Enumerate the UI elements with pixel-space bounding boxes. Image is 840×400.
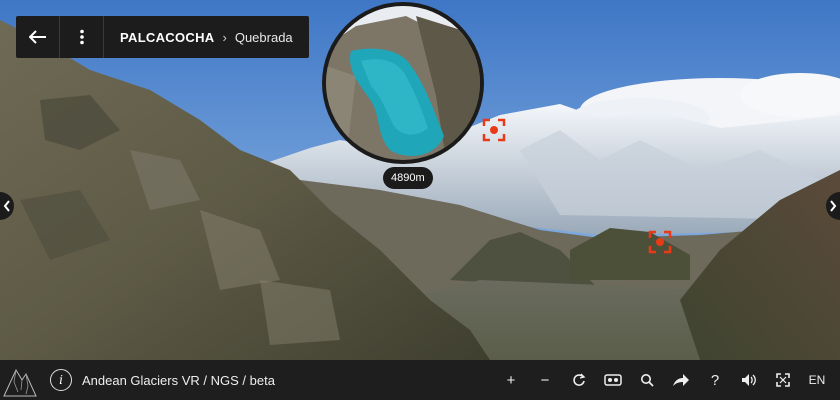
- altitude-badge: 4890m: [383, 167, 433, 189]
- back-button[interactable]: [16, 16, 60, 58]
- chevron-right-icon: [830, 200, 837, 212]
- app-title: Andean Glaciers VR / NGS / beta: [82, 372, 275, 388]
- target-icon: [648, 230, 672, 254]
- location-title[interactable]: PALCACOCHA: [120, 30, 214, 45]
- speaker-icon: [742, 374, 756, 386]
- fullscreen-button[interactable]: [766, 360, 800, 400]
- sublocation-label[interactable]: Quebrada: [235, 30, 293, 45]
- search-icon: [641, 374, 654, 387]
- share-button[interactable]: [664, 360, 698, 400]
- location-nav: PALCACOCHA › Quebrada: [16, 16, 309, 58]
- toolbar-controls: + − ? EN: [494, 360, 840, 400]
- zoom-in-button[interactable]: +: [494, 360, 528, 400]
- language-button[interactable]: EN: [800, 360, 834, 400]
- menu-button[interactable]: [60, 16, 104, 58]
- info-button[interactable]: i: [50, 369, 72, 391]
- hotspot-lower[interactable]: [648, 230, 672, 254]
- chevron-right-icon: ›: [222, 29, 227, 45]
- lake-preview-image: [326, 6, 480, 160]
- arrow-left-icon: [28, 30, 46, 44]
- help-button[interactable]: ?: [698, 360, 732, 400]
- target-icon: [482, 118, 506, 142]
- mountain-logo-icon[interactable]: [0, 360, 40, 400]
- vr-mode-button[interactable]: [596, 360, 630, 400]
- search-button[interactable]: [630, 360, 664, 400]
- share-arrow-icon: [673, 374, 689, 386]
- vertical-dots-icon: [79, 29, 84, 45]
- hotspot-upper[interactable]: [482, 118, 506, 142]
- zoom-out-button[interactable]: −: [528, 360, 562, 400]
- autorotate-button[interactable]: [562, 360, 596, 400]
- sound-button[interactable]: [732, 360, 766, 400]
- bottom-toolbar: i Andean Glaciers VR / NGS / beta + − ? …: [0, 360, 840, 400]
- vr-headset-icon: [604, 374, 622, 386]
- breadcrumb: PALCACOCHA › Quebrada: [104, 16, 309, 58]
- chevron-left-icon: [3, 200, 10, 212]
- fullscreen-icon: [776, 373, 790, 387]
- lake-preview[interactable]: [322, 2, 484, 164]
- rotate-icon: [573, 373, 586, 386]
